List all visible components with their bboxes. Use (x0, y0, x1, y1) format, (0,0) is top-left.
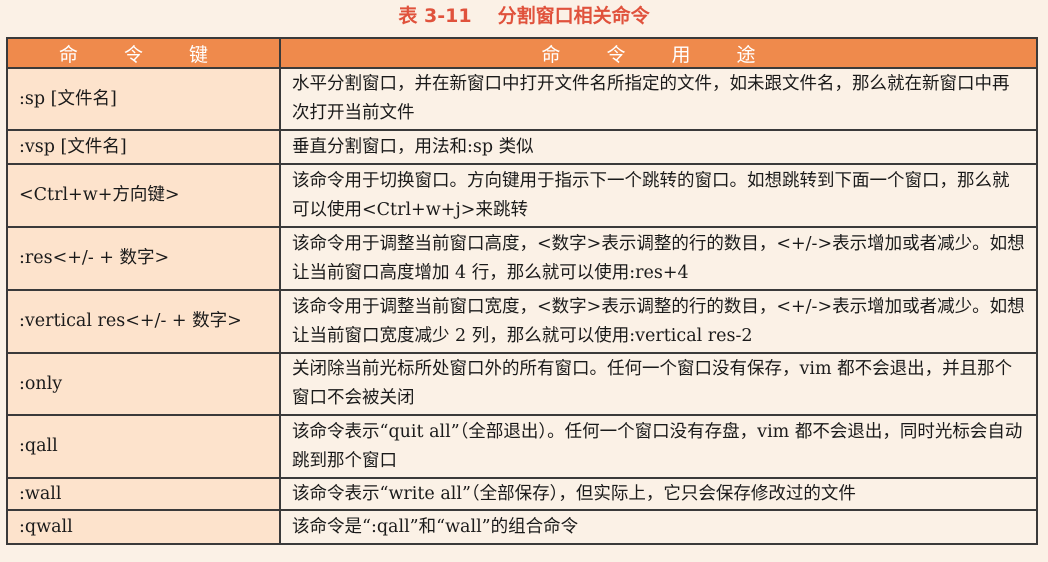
command-desc-cell: 关闭除当前光标所处窗口外的所有窗口。任何一个窗口没有保存，vim 都不会退出，并… (279, 352, 1038, 416)
command-key-cell: :vertical res<+/- + 数字> (6, 289, 281, 354)
command-desc-cell: 该命令用于调整当前窗口宽度，<数字>表示调整的行的数目，<+/->表示增加或者减… (279, 289, 1038, 354)
table-row: :wall 该命令表示“write all”（全部保存），但实际上，它只会保存修… (6, 477, 1038, 511)
table-title: 分割窗口相关命令 (497, 5, 650, 27)
command-desc-cell: 水平分割窗口，并在新窗口中打开文件名所指定的文件，如未跟文件名，那么就在新窗口中… (279, 67, 1038, 131)
command-key-cell: :vsp [文件名] (6, 129, 281, 165)
table-row: :vertical res<+/- + 数字> 该命令用于调整当前窗口宽度，<数… (6, 289, 1038, 354)
table-row: :res<+/- + 数字> 该命令用于调整当前窗口高度，<数字>表示调整的行的… (6, 226, 1038, 291)
command-key-cell: :res<+/- + 数字> (6, 226, 281, 291)
command-desc-cell: 垂直分割窗口，用法和:sp 类似 (279, 129, 1038, 165)
commands-table: 命 令 键 命 令 用 途 :sp [文件名] 水平分割窗口，并在新窗口中打开文… (6, 37, 1038, 545)
table-row: :qwall 该命令是“:qall”和“wall”的组合命令 (6, 509, 1038, 545)
command-desc-cell: 该命令用于切换窗口。方向键用于指示下一个跳转的窗口。如想跳转到下面一个窗口，那么… (279, 163, 1038, 228)
header-command-key: 命 令 键 (6, 37, 281, 69)
command-key-cell: :qwall (6, 509, 281, 545)
table-number: 表 3-11 (398, 5, 472, 27)
command-key-cell: <Ctrl+w+方向键> (6, 163, 281, 228)
header-row: 命 令 键 命 令 用 途 (6, 37, 1038, 69)
table-row: :qall 该命令表示“quit all”（全部退出）。任何一个窗口没有存盘，v… (6, 414, 1038, 479)
command-desc-cell: 该命令用于调整当前窗口高度，<数字>表示调整的行的数目，<+/->表示增加或者减… (279, 226, 1038, 291)
command-key-cell: :only (6, 352, 281, 416)
command-desc-cell: 该命令表示“quit all”（全部退出）。任何一个窗口没有存盘，vim 都不会… (279, 414, 1038, 479)
command-desc-cell: 该命令表示“write all”（全部保存），但实际上，它只会保存修改过的文件 (279, 477, 1038, 511)
header-command-usage: 命 令 用 途 (279, 37, 1038, 69)
table-row: :sp [文件名] 水平分割窗口，并在新窗口中打开文件名所指定的文件，如未跟文件… (6, 67, 1038, 131)
table-row: :vsp [文件名] 垂直分割窗口，用法和:sp 类似 (6, 129, 1038, 165)
table-row: :only 关闭除当前光标所处窗口外的所有窗口。任何一个窗口没有保存，vim 都… (6, 352, 1038, 416)
command-key-cell: :wall (6, 477, 281, 511)
command-desc-cell: 该命令是“:qall”和“wall”的组合命令 (279, 509, 1038, 545)
table-row: <Ctrl+w+方向键> 该命令用于切换窗口。方向键用于指示下一个跳转的窗口。如… (6, 163, 1038, 228)
command-key-cell: :sp [文件名] (6, 67, 281, 131)
command-key-cell: :qall (6, 414, 281, 479)
table-caption: 表 3-11 分割窗口相关命令 (0, 0, 1048, 34)
